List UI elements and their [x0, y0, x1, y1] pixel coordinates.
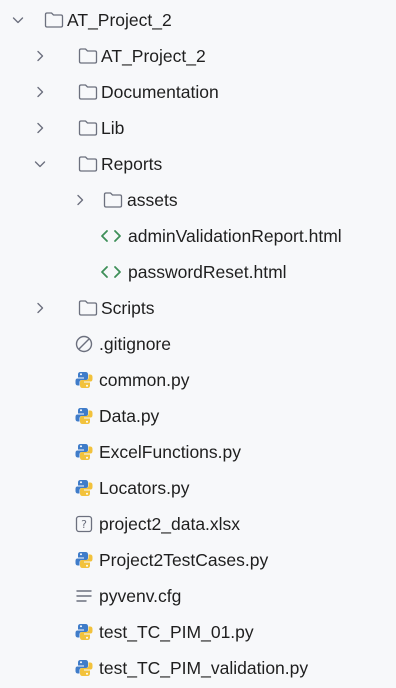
tree-item-label: common.py [99, 370, 190, 390]
chevron-right-icon[interactable] [31, 38, 49, 74]
tree-folder-documentation[interactable]: Documentation [0, 74, 396, 110]
tree-item-label: Data.py [99, 406, 160, 426]
tree-file-common-py[interactable]: common.py [0, 362, 396, 398]
tree-folder-reports[interactable]: Reports [0, 146, 396, 182]
folder-icon [77, 38, 99, 74]
python-file-icon [73, 434, 95, 470]
python-file-icon [73, 614, 95, 650]
tree-item-label: Reports [101, 154, 163, 174]
python-file-icon [73, 470, 95, 506]
unknown-file-icon: ? [73, 506, 95, 542]
tree-file-gitignore[interactable]: .gitignore [0, 326, 396, 362]
tree-item-label: project2_data.xlsx [99, 514, 241, 534]
tree-file-passwordreset-html[interactable]: passwordReset.html [0, 254, 396, 290]
python-file-icon [73, 650, 95, 686]
tree-item-label: ExcelFunctions.py [99, 442, 242, 462]
chevron-right-icon[interactable] [31, 290, 49, 326]
chevron-down-icon[interactable] [31, 146, 49, 182]
tree-folder-at-project-2[interactable]: AT_Project_2 [0, 2, 396, 38]
config-file-icon [73, 578, 95, 614]
chevron-right-icon[interactable] [71, 182, 89, 218]
chevron-right-icon[interactable] [31, 110, 49, 146]
tree-file-adminvalidationreport-html[interactable]: adminValidationReport.html [0, 218, 396, 254]
tree-item-label: Documentation [101, 82, 219, 102]
tree-file-project2testcases-py[interactable]: Project2TestCases.py [0, 542, 396, 578]
tree-item-label: Locators.py [99, 478, 190, 498]
folder-icon [77, 74, 99, 110]
tree-folder-assets[interactable]: assets [0, 182, 396, 218]
tree-file-test-tc-pim-validation-py[interactable]: test_TC_PIM_validation.py [0, 650, 396, 686]
tree-item-label: Project2TestCases.py [99, 550, 269, 570]
tree-item-label: Scripts [101, 298, 155, 318]
html-file-icon [100, 218, 122, 254]
folder-icon [77, 146, 99, 182]
tree-folder-lib[interactable]: Lib [0, 110, 396, 146]
tree-item-label: Lib [101, 118, 125, 138]
tree-file-test-tc-pim-01-py[interactable]: test_TC_PIM_01.py [0, 614, 396, 650]
folder-icon [43, 2, 65, 38]
tree-file-pyvenv-cfg[interactable]: pyvenv.cfg [0, 578, 396, 614]
tree-item-label: pyvenv.cfg [99, 586, 182, 606]
svg-text:?: ? [81, 518, 87, 531]
folder-icon [77, 290, 99, 326]
tree-file-data-py[interactable]: Data.py [0, 398, 396, 434]
tree-item-label: AT_Project_2 [101, 46, 206, 66]
tree-item-label: adminValidationReport.html [128, 226, 342, 246]
tree-file-excelfunctions-py[interactable]: ExcelFunctions.py [0, 434, 396, 470]
python-file-icon [73, 542, 95, 578]
html-file-icon [100, 254, 122, 290]
folder-icon [77, 110, 99, 146]
project-tree: AT_Project_2 AT_Project_2 Documentation Lib… [0, 0, 396, 688]
tree-item-label: passwordReset.html [128, 262, 287, 282]
tree-item-label: assets [127, 190, 178, 210]
python-file-icon [73, 398, 95, 434]
tree-file-project2-data-xlsx[interactable]: ? project2_data.xlsx [0, 506, 396, 542]
python-file-icon [73, 362, 95, 398]
tree-file-locators-py[interactable]: Locators.py [0, 470, 396, 506]
tree-item-label: test_TC_PIM_validation.py [99, 658, 309, 678]
ignored-file-icon [73, 326, 95, 362]
chevron-right-icon[interactable] [31, 74, 49, 110]
tree-item-label: test_TC_PIM_01.py [99, 622, 254, 642]
tree-item-label: .gitignore [99, 334, 171, 354]
tree-folder-scripts[interactable]: Scripts [0, 290, 396, 326]
tree-folder-at-project-2[interactable]: AT_Project_2 [0, 38, 396, 74]
tree-item-label: AT_Project_2 [67, 10, 172, 30]
chevron-down-icon[interactable] [9, 2, 27, 38]
folder-icon [102, 182, 124, 218]
